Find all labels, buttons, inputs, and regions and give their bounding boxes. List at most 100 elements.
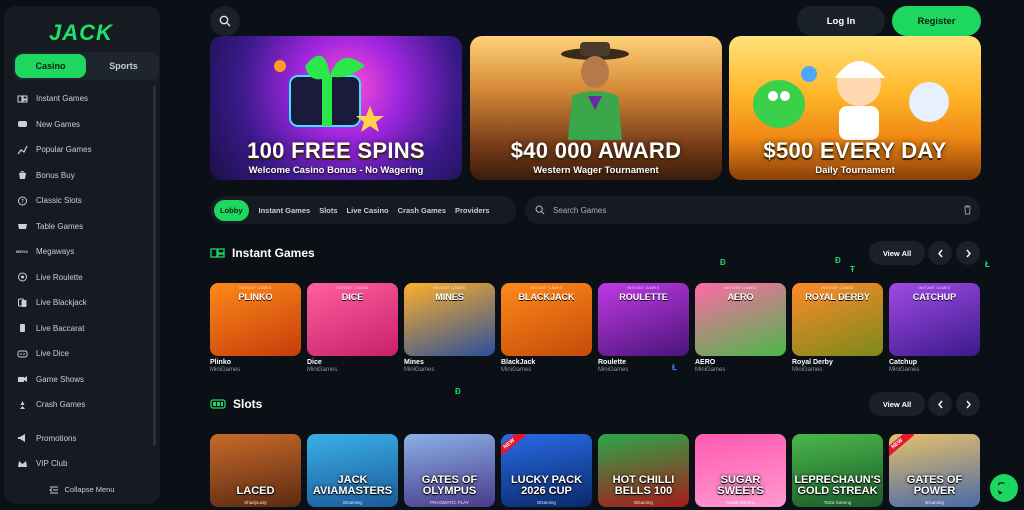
sidebar-item-label: Megaways <box>36 247 75 257</box>
search-icon <box>219 15 231 27</box>
slots-icon <box>210 398 226 410</box>
game-thumbnail[interactable]: INSTANT GAMES CATCHUP <box>889 283 980 356</box>
slot-title: GATES OF OLYMPUS <box>421 473 478 498</box>
crown-icon <box>16 459 28 469</box>
game-thumb-title: ROYAL DERBY <box>805 292 870 302</box>
game-thumbnail[interactable]: INSTANT GAMES ROYAL DERBY <box>792 283 883 356</box>
slot-game-card[interactable]: LACED ShadyLady <box>210 434 301 507</box>
section-title: Instant Games <box>232 246 315 260</box>
sidebar-item-live-roulette[interactable]: Live Roulette <box>16 265 152 291</box>
sidebar-item-classic-slots[interactable]: 7 Classic Slots <box>16 188 152 214</box>
sidebar-item-crash-games[interactable]: Crash Games <box>16 392 152 418</box>
filter-live-casino[interactable]: Live Casino <box>347 206 389 215</box>
register-button[interactable]: Register <box>892 6 981 36</box>
sidebar-item-bonus-buy[interactable]: Bonus Buy <box>16 163 152 189</box>
collapse-menu-label: Collapse Menu <box>64 485 115 494</box>
classic-slots-icon: 7 <box>16 196 28 206</box>
game-thumbnail[interactable]: INSTANT GAMES PLINKO <box>210 283 301 356</box>
game-name: BlackJack <box>501 359 536 366</box>
game-name: Catchup <box>889 359 917 366</box>
banner-award[interactable]: $40 000 AWARD Western Wager Tournament <box>470 36 722 180</box>
filter-crash-games[interactable]: Crash Games <box>398 206 446 215</box>
game-thumbnail[interactable]: INSTANT GAMES BLACKJACK <box>501 283 592 356</box>
jack-logo[interactable]: JACK <box>49 20 113 46</box>
slot-thumbnail[interactable]: JACK AVIAMASTERS BGaming <box>307 434 398 507</box>
filter-instant-games[interactable]: Instant Games <box>259 206 311 215</box>
login-button[interactable]: Log In <box>797 6 885 36</box>
instant-game-card[interactable]: INSTANT GAMES MINES Mines MiniGames <box>404 283 495 373</box>
game-thumbnail[interactable]: INSTANT GAMES AERO <box>695 283 786 356</box>
sidebar-item-table-games[interactable]: Table Games <box>16 214 152 240</box>
banner-title: $500 EVERY DAY <box>763 138 947 163</box>
instant-next-button[interactable] <box>956 241 980 265</box>
collapse-menu-button[interactable]: Collapse Menu <box>4 485 160 494</box>
slot-title: GATES OF POWER <box>906 473 963 498</box>
instant-game-card[interactable]: INSTANT GAMES ROYAL DERBY Royal Derby MiniG… <box>792 283 883 373</box>
instant-prev-button[interactable] <box>928 241 952 265</box>
chevron-left-icon <box>937 249 943 257</box>
slot-thumbnail[interactable]: HOT CHILLI BELLS 100 BGaming <box>598 434 689 507</box>
sidebar-item-live-blackjack[interactable]: Live Blackjack <box>16 290 152 316</box>
sidebar-scrollbar[interactable] <box>153 86 156 446</box>
slot-thumbnail[interactable]: LACED ShadyLady <box>210 434 301 507</box>
instant-game-card[interactable]: INSTANT GAMES ROULETTE Roulette MiniGames <box>598 283 689 373</box>
sidebar-item-megaways[interactable]: MEGA Megaways <box>16 239 152 265</box>
slots-prev-button[interactable] <box>928 392 952 416</box>
sidebar-item-label: Popular Games <box>36 145 92 155</box>
slot-thumbnail[interactable]: GATES OF OLYMPUS PRAGMATIC PLAY <box>404 434 495 507</box>
sidebar-item-game-shows[interactable]: Game Shows <box>16 367 152 393</box>
instant-game-card[interactable]: INSTANT GAMES PLINKO Plinko MiniGames <box>210 283 301 373</box>
instant-game-card[interactable]: INSTANT GAMES CATCHUP Catchup MiniGames <box>889 283 980 373</box>
sidebar-item-label: Bonus Buy <box>36 170 75 180</box>
tab-sports[interactable]: Sports <box>88 52 159 80</box>
chat-button[interactable] <box>990 474 1018 502</box>
slots-next-button[interactable] <box>956 392 980 416</box>
sidebar-item-popular-games[interactable]: Popular Games <box>16 137 152 163</box>
instant-game-card[interactable]: INSTANT GAMES BLACKJACK BlackJack MiniGames <box>501 283 592 373</box>
game-provider: MiniGames <box>404 367 435 373</box>
slots-view-all-button[interactable]: View All <box>869 392 925 416</box>
banner-subtitle: Western Wager Tournament <box>533 165 659 176</box>
slot-game-card[interactable]: NEW LUCKY PACK 2026 CUP BGaming <box>501 434 592 507</box>
banner-free-spins[interactable]: 100 FREE SPINS Welcome Casino Bonus - No… <box>210 36 462 180</box>
slot-thumbnail[interactable]: SUGAR SWEETS Axebit Gaming <box>695 434 786 507</box>
slot-game-card[interactable]: SUGAR SWEETS Axebit Gaming <box>695 434 786 507</box>
game-tag: INSTANT GAMES <box>530 286 563 290</box>
header-search-button[interactable] <box>210 6 240 36</box>
sidebar-item-promotions[interactable]: Promotions <box>16 426 152 452</box>
slot-game-card[interactable]: JACK AVIAMASTERS BGaming <box>307 434 398 507</box>
tab-casino[interactable]: Casino <box>15 54 86 78</box>
megaways-icon: MEGA <box>16 249 28 255</box>
slot-provider: BGaming <box>537 500 556 505</box>
game-thumbnail[interactable]: INSTANT GAMES DICE <box>307 283 398 356</box>
sidebar-item-instant-games[interactable]: Instant Games <box>16 86 152 112</box>
slot-game-card[interactable]: GATES OF OLYMPUS PRAGMATIC PLAY <box>404 434 495 507</box>
trash-icon[interactable] <box>963 205 972 217</box>
instant-view-all-button[interactable]: View All <box>869 241 925 265</box>
sidebar-item-live-dice[interactable]: Live Dice <box>16 341 152 367</box>
slot-thumbnail[interactable]: NEW GATES OF POWER BGaming <box>889 434 980 507</box>
slot-thumbnail[interactable]: LEPRECHAUN'S GOLD STREAK ToDa Gaming <box>792 434 883 507</box>
sidebar-item-new-games[interactable]: New Games <box>16 112 152 138</box>
filter-lobby[interactable]: Lobby <box>214 199 249 221</box>
instant-game-card[interactable]: INSTANT GAMES DICE Dice MiniGames <box>307 283 398 373</box>
filter-providers[interactable]: Providers <box>455 206 490 215</box>
game-thumbnail[interactable]: INSTANT GAMES MINES <box>404 283 495 356</box>
sidebar-item-live-baccarat[interactable]: Live Baccarat <box>16 316 152 342</box>
banner-subtitle: Welcome Casino Bonus - No Wagering <box>248 165 424 176</box>
banner-daily[interactable]: $500 EVERY DAY Daily Tournament <box>729 36 981 180</box>
game-thumbnail[interactable]: INSTANT GAMES ROULETTE <box>598 283 689 356</box>
instant-games-icon <box>210 247 225 259</box>
game-provider: MiniGames <box>501 367 532 373</box>
slot-provider: BGaming <box>634 500 653 505</box>
game-search-input[interactable]: Search Games <box>525 196 980 224</box>
sidebar-item-vip-club[interactable]: VIP Club <box>16 451 152 477</box>
game-provider: MiniGames <box>210 367 241 373</box>
slot-thumbnail[interactable]: NEW LUCKY PACK 2026 CUP BGaming <box>501 434 592 507</box>
slot-game-card[interactable]: NEW GATES OF POWER BGaming <box>889 434 980 507</box>
slot-game-card[interactable]: HOT CHILLI BELLS 100 BGaming <box>598 434 689 507</box>
instant-game-card[interactable]: INSTANT GAMES AERO AERO MiniGames <box>695 283 786 373</box>
search-placeholder: Search Games <box>553 205 607 215</box>
filter-slots[interactable]: Slots <box>319 206 337 215</box>
slot-game-card[interactable]: LEPRECHAUN'S GOLD STREAK ToDa Gaming <box>792 434 883 507</box>
